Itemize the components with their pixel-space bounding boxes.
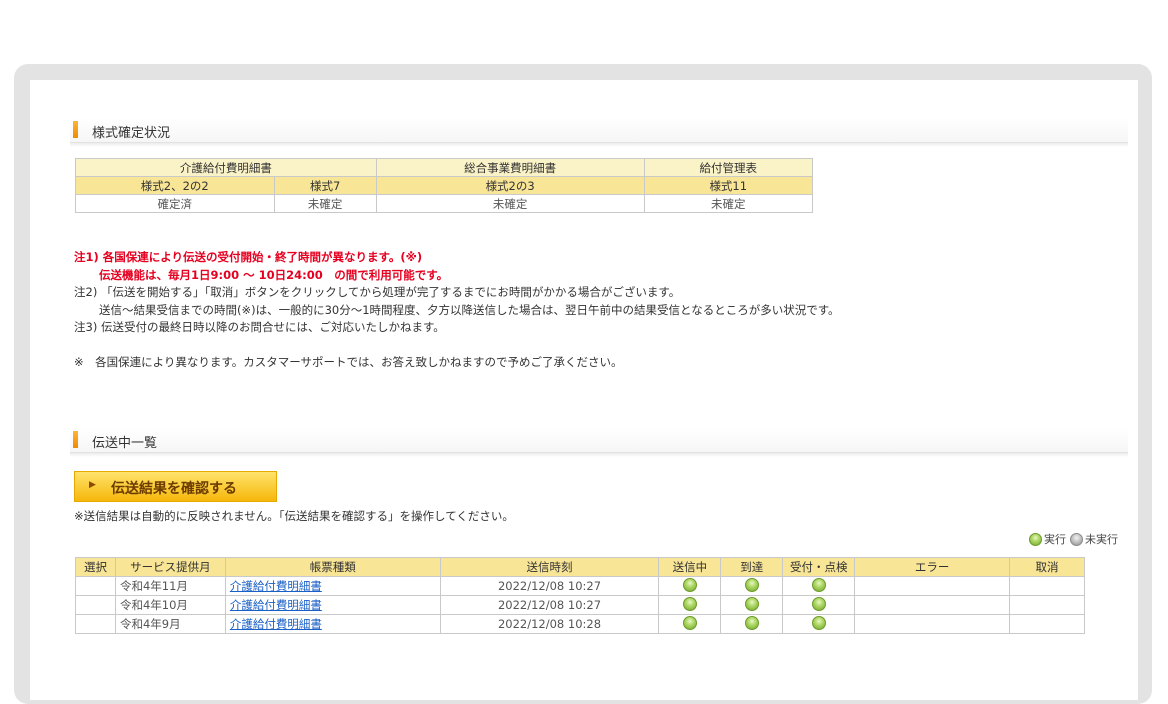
- status-legend: 実行 未実行: [1025, 531, 1118, 547]
- column-header: サービス提供月: [114, 557, 226, 577]
- select-cell[interactable]: [75, 614, 116, 634]
- arrival-status-icon: [744, 615, 759, 630]
- form-header: 様式11: [643, 176, 814, 195]
- column-header: 送信中: [658, 557, 722, 577]
- form-status: 確定済: [75, 194, 275, 213]
- select-cell[interactable]: [75, 576, 116, 596]
- sent-time: 2022/12/08 10:28: [439, 614, 660, 634]
- note-1: 注1) 各国保連により伝送の受付開始・終了時間が異なります。(※): [74, 250, 423, 264]
- notes-block: 注1) 各国保連により伝送の受付開始・終了時間が異なります。(※) 伝送機能は、…: [74, 249, 1124, 371]
- note-3: 注3) 伝送受付の最終日時以降のお問合せには、ご対応いたしかねます。: [74, 320, 445, 334]
- sending-status-icon: [682, 615, 697, 630]
- acceptance-status-icon: [811, 577, 826, 592]
- section-marker: [73, 121, 78, 138]
- sent-time: 2022/12/08 10:27: [439, 576, 660, 596]
- error-cell: [854, 614, 1011, 634]
- cancel-cell: [1009, 576, 1085, 596]
- form-header: 様式2、2の2: [75, 176, 275, 195]
- sending-status-icon: [682, 577, 697, 592]
- note-2-detail: 送信〜結果受信までの時間(※)は、一般的に30分〜1時間程度、夕方以降送信した場…: [99, 302, 840, 317]
- form-status: 未確定: [273, 194, 377, 213]
- form-status: 未確定: [643, 194, 814, 213]
- table-row: 令和4年10月 介護給付費明細書 2022/12/08 10:27: [75, 595, 1085, 615]
- note-2: 注2) 「伝送を開始する」「取消」ボタンをクリックしてから処理が完了するまでにお…: [74, 285, 681, 299]
- form-status: 未確定: [375, 194, 645, 213]
- section-header-status: 様式確定状況: [70, 118, 1128, 147]
- form-header: 様式7: [273, 176, 377, 195]
- section-title: 伝送中一覧: [92, 436, 158, 451]
- column-header: 到達: [720, 557, 784, 577]
- section-header-transfer: 伝送中一覧: [70, 428, 1128, 457]
- column-header: 送信時刻: [439, 557, 660, 577]
- acceptance-status-icon: [811, 615, 826, 630]
- service-month: 令和4年11月: [114, 576, 226, 596]
- note-1-detail: 伝送機能は、毎月1日9:00 〜 10日24:00 の間で利用可能です。: [99, 267, 449, 282]
- column-header: 選択: [75, 557, 116, 577]
- section-title: 様式確定状況: [92, 126, 171, 141]
- arrival-status-icon: [744, 577, 759, 592]
- group-header: 介護給付費明細書: [75, 158, 377, 177]
- acceptance-status-icon: [811, 596, 826, 611]
- section-marker: [73, 431, 78, 448]
- table-row: 令和4年11月 介護給付費明細書 2022/12/08 10:27: [75, 576, 1085, 596]
- column-header: 取消: [1009, 557, 1085, 577]
- executed-status-icon: [1029, 532, 1042, 546]
- error-cell: [854, 595, 1011, 615]
- button-label: 伝送結果を確認する: [111, 481, 237, 497]
- table-row: 令和4年9月 介護給付費明細書 2022/12/08 10:28: [75, 614, 1085, 634]
- error-cell: [854, 576, 1011, 596]
- group-header: 総合事業費明細書: [375, 158, 645, 177]
- column-header: エラー: [854, 557, 1011, 577]
- legend-label: 未実行: [1085, 533, 1118, 546]
- cancel-cell: [1009, 595, 1085, 615]
- form-status-table: 介護給付費明細書 総合事業費明細書 給付管理表 様式2、2の2 様式7 様式2の…: [75, 158, 814, 213]
- legend-label: 実行: [1044, 533, 1066, 546]
- footnote: ※ 各国保連により異なります。カスタマーサポートでは、お答え致しかねますので予め…: [74, 354, 623, 369]
- form-header: 様式2の3: [375, 176, 645, 195]
- info-text: ※送信結果は自動的に反映されません。「伝送結果を確認する」を操作してください。: [74, 509, 514, 523]
- cancel-cell: [1009, 614, 1085, 634]
- form-type-link[interactable]: 介護給付費明細書: [230, 617, 322, 631]
- pending-status-icon: [1070, 532, 1083, 546]
- table-header-row: 選択 サービス提供月 帳票種類 送信時刻 送信中 到達 受付・点検 エラー 取消: [75, 557, 1085, 577]
- column-header: 帳票種類: [224, 557, 441, 577]
- main-panel: 様式確定状況 介護給付費明細書 総合事業費明細書 給付管理表 様式2、2の2 様…: [30, 80, 1138, 700]
- column-header: 受付・点検: [782, 557, 856, 577]
- check-results-button[interactable]: ▶ 伝送結果を確認する: [74, 471, 277, 502]
- form-type-link[interactable]: 介護給付費明細書: [230, 598, 322, 612]
- arrival-status-icon: [744, 596, 759, 611]
- arrow-right-icon: ▶: [89, 480, 96, 490]
- transfer-list-table: 選択 サービス提供月 帳票種類 送信時刻 送信中 到達 受付・点検 エラー 取消…: [75, 557, 1085, 634]
- service-month: 令和4年10月: [114, 595, 226, 615]
- group-header: 給付管理表: [643, 158, 814, 177]
- form-type-link[interactable]: 介護給付費明細書: [230, 579, 322, 593]
- select-cell[interactable]: [75, 595, 116, 615]
- sending-status-icon: [682, 596, 697, 611]
- sent-time: 2022/12/08 10:27: [439, 595, 660, 615]
- service-month: 令和4年9月: [114, 614, 226, 634]
